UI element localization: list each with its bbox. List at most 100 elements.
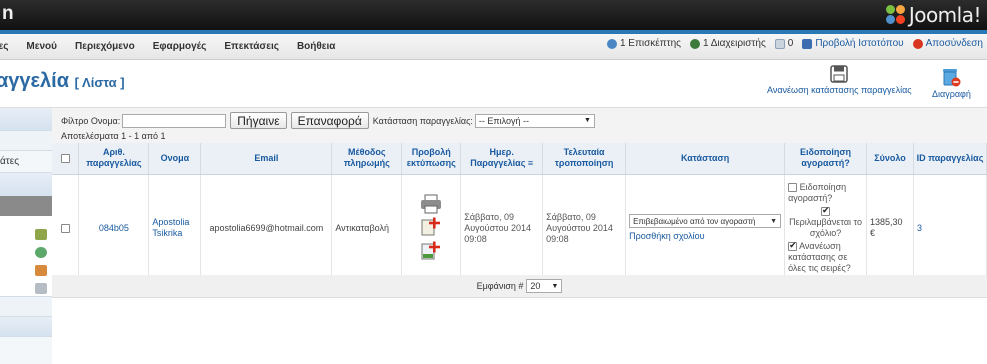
sidebar-section [0, 316, 52, 336]
select-all-header [52, 143, 80, 175]
title-area: αγγελία [ Λίστα ] Ανανέωση κατάστασης πα… [0, 61, 987, 108]
status-area: 1 Επισκέπτης 1 Διαχειριστής 0 Προβολή Ισ… [598, 38, 983, 49]
joomla-logo-icon [885, 5, 906, 25]
name-filter-input[interactable] [122, 113, 227, 128]
logo-text: Joomla! [908, 3, 982, 27]
categories-icon[interactable] [35, 247, 47, 258]
col-order-date-label: Ημερ. Παραγγελίας [470, 147, 526, 169]
order-status-value: Επιβεβαιωμένο από τον αγοραστή [633, 216, 756, 226]
row-checkbox[interactable] [60, 223, 70, 233]
monitor-icon [802, 38, 813, 49]
payment-cell: Αντικαταβολή [331, 174, 403, 283]
shipping-icon[interactable] [35, 265, 47, 276]
col-order-number[interactable]: Αριθ. παραγγελίας [78, 143, 150, 175]
update-status-label: Ανανέωση κατάστασης παραγγελίας [767, 85, 912, 95]
name-cell: Apostolia Tsikrika [148, 174, 202, 283]
admins-label: 1 Διαχειριστής [702, 38, 766, 49]
select-all-checkbox[interactable] [60, 153, 70, 163]
order-date-cell: Σάββατο, 09 Αυγούστου 2014 09:08 [460, 174, 544, 283]
logout-link[interactable]: Αποσύνδεση [912, 38, 983, 49]
app-title: n [2, 3, 14, 24]
visitors-status: 1 Επισκέπτης [606, 38, 681, 49]
menu-item-components[interactable]: Εφαρμογές [153, 38, 207, 55]
display-count-select[interactable]: 20 ▼ [526, 279, 563, 293]
dropdown-arrow-icon: ▼ [551, 282, 559, 290]
col-total[interactable]: Σύνολο [866, 143, 914, 175]
filter-bar: Φίλτρο Ονομα: Πήγαινε Επαναφορά Κατάστασ… [52, 108, 987, 143]
page-subtitle: [ Λίστα ] [74, 75, 125, 90]
trash-icon [943, 69, 961, 87]
total-cell: 1385,30 € [866, 174, 914, 283]
messages-count: 0 [787, 38, 794, 49]
orders-table: Αριθ. παραγγελίας Ονομα Email Μέθοδος πλ… [52, 143, 987, 283]
delete-label: Διαγραφή [932, 89, 971, 99]
menu-item-extensions[interactable]: Επεκτάσεις [224, 38, 279, 55]
printer-icon[interactable] [420, 194, 442, 214]
table-row: 084b05 Apostolia Tsikrika apostolia6699@… [52, 174, 987, 283]
main-menu: τες Μενού Περιεχόμενο Εφαρμογές Επεκτάσε… [0, 38, 353, 55]
sidebar-row [0, 296, 52, 316]
col-email[interactable]: Email [200, 143, 333, 175]
menu-item-help[interactable]: Βοήθεια [297, 38, 336, 55]
sidebar-icon-group [0, 216, 52, 296]
col-name[interactable]: Ονομα [148, 143, 202, 175]
order-number-cell: 084b05 [78, 174, 150, 283]
reports-icon[interactable] [35, 283, 47, 294]
email-cell: apostolia6699@hotmail.com [200, 174, 333, 283]
display-count-label: Εμφάνιση # [476, 281, 524, 291]
filter-row: Φίλτρο Ονομα: Πήγαινε Επαναφορά Κατάστασ… [61, 112, 595, 129]
shipping-label-icon[interactable] [420, 240, 442, 262]
visitors-label: 1 Επισκέπτης [619, 38, 681, 49]
joomla-logo: Joomla! [885, 2, 982, 28]
col-payment[interactable]: Μέθοδος πληρωμής [331, 143, 403, 175]
sidebar-active-section [0, 196, 52, 216]
sidebar-item-orders[interactable]: άτες [0, 150, 52, 172]
reset-button[interactable]: Επαναφορά [290, 112, 369, 129]
order-number-link[interactable]: 084b05 [99, 223, 129, 233]
dropdown-arrow-icon: ▼ [770, 217, 778, 225]
go-button[interactable]: Πήγαινε [230, 112, 287, 129]
dropdown-arrow-icon: ▼ [583, 117, 591, 124]
sidebar: άτες [0, 108, 52, 364]
status-filter-label: Κατάσταση παραγγελίας: [372, 115, 473, 126]
col-print-view: Προβολή εκτύπωσης [401, 143, 462, 175]
sort-icon: ≡ [525, 158, 534, 169]
update-all-checkbox[interactable] [788, 240, 798, 252]
menu-item-menus[interactable]: Μενού [26, 38, 57, 55]
col-status[interactable]: Κατάσταση [625, 143, 786, 175]
logout-label: Αποσύνδεση [925, 38, 983, 49]
col-order-id[interactable]: ID παραγγελίας [913, 143, 987, 175]
users-icon [606, 38, 617, 49]
name-filter-label: Φίλτρο Ονομα: [61, 115, 121, 126]
add-comment-link[interactable]: Προσθήκη σχολίου [629, 231, 705, 241]
products-icon[interactable] [35, 229, 47, 240]
top-header: n Joomla! [0, 0, 987, 30]
delete-button[interactable]: Διαγραφή [932, 65, 971, 99]
view-site-link[interactable]: Προβολή Ιστοτόπου [802, 38, 904, 49]
customer-name-link[interactable]: Apostolia Tsikrika [152, 217, 189, 238]
update-all-label: Ανανέωση κατάστασης σε όλες τις σειρές? [788, 241, 851, 273]
save-icon [830, 65, 849, 83]
table-header-row: Αριθ. παραγγελίας Ονομα Email Μέθοδος πλ… [52, 143, 987, 175]
notify-label: Ειδοποίηση αγοραστή? [788, 182, 847, 203]
status-filter-value: -- Επιλογή -- [478, 115, 529, 126]
sidebar-header [0, 108, 52, 130]
messages-status[interactable]: 0 [774, 38, 794, 49]
notify-checkbox[interactable] [788, 183, 798, 193]
menu-bar: τες Μενού Περιεχόμενο Εφαρμογές Επεκτάσε… [0, 30, 987, 60]
update-status-button[interactable]: Ανανέωση κατάστασης παραγγελίας [767, 65, 912, 95]
status-filter-select[interactable]: -- Επιλογή -- ▼ [474, 113, 595, 128]
col-modified[interactable]: Τελευταία τροποποίηση [542, 143, 627, 175]
sidebar-row [0, 336, 52, 364]
invoice-add-icon[interactable] [420, 216, 442, 238]
sidebar-row [0, 130, 52, 150]
display-count-value: 20 [530, 281, 541, 291]
include-comment-checkbox[interactable] [821, 205, 831, 217]
order-id-link[interactable]: 3 [917, 223, 922, 233]
pagination-footer: Εμφάνιση # 20 ▼ [52, 275, 987, 298]
menu-item-users[interactable]: τες [0, 38, 8, 55]
order-status-select[interactable]: Επιβεβαιωμένο από τον αγοραστή ▼ [629, 214, 782, 228]
col-order-date[interactable]: Ημερ. Παραγγελίας ≡ [460, 143, 544, 175]
menu-item-content[interactable]: Περιεχόμενο [75, 38, 135, 55]
page-title-text: αγγελία [0, 70, 70, 92]
